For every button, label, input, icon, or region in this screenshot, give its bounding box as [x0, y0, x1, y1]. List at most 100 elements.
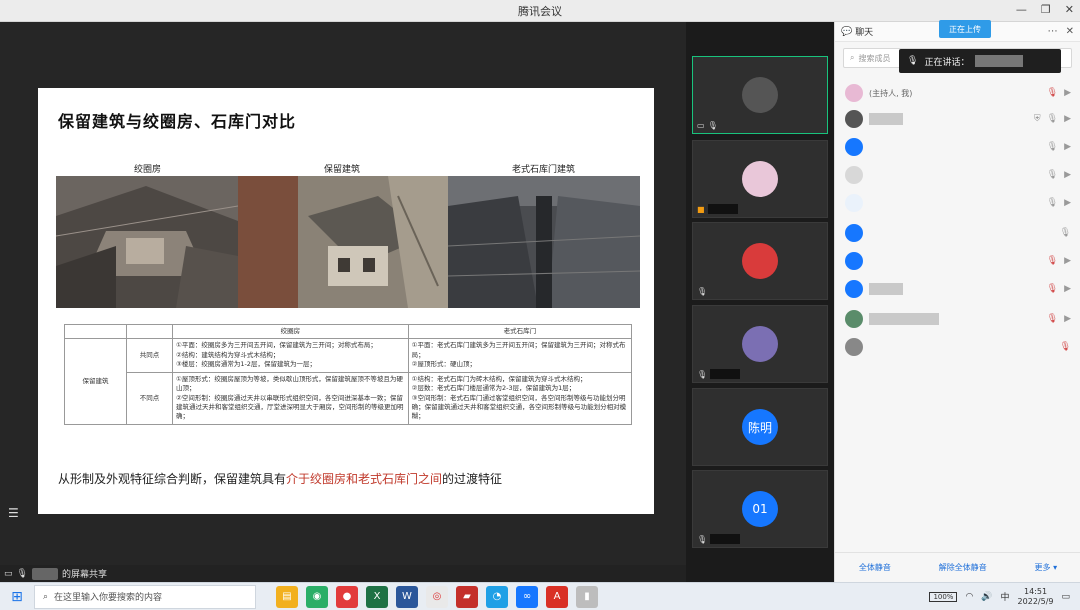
mic-icon[interactable]: 🎙: [1047, 170, 1058, 180]
windows-start-icon[interactable]: ⊞: [0, 589, 34, 605]
ime-indicator[interactable]: 中: [1001, 590, 1010, 603]
mic-muted-icon[interactable]: 🎙: [1060, 342, 1071, 352]
avatar: [845, 338, 863, 356]
mute-all-button[interactable]: 全体静音: [853, 560, 897, 575]
list-item[interactable]: (主持人, 我) 🎙 ▶: [845, 82, 1071, 104]
screen-share-icon: ▭: [697, 121, 705, 130]
members-panel: 💬 聊天 正在上传 ⋯ ✕ ⌕ 搜索成员 🎙 正在讲话： (主持人, 我) 🎙 ▶…: [834, 20, 1080, 582]
sharer-name: [31, 567, 58, 580]
battery-indicator[interactable]: 100%: [929, 591, 958, 602]
window-title: 腾讯会议: [518, 4, 562, 18]
camera-icon[interactable]: ▶: [1064, 198, 1071, 208]
video-tile[interactable]: 🎙: [692, 305, 828, 383]
excel-icon[interactable]: X: [366, 585, 388, 608]
tencent-meeting-icon[interactable]: ∞: [516, 585, 538, 608]
restore-icon[interactable]: ❐: [1041, 3, 1051, 16]
volume-icon[interactable]: 🔊: [981, 592, 992, 602]
camera-icon[interactable]: ▶: [1064, 284, 1071, 294]
table-cell: ①平面：绞圈房多为三开间五开间，保留建筑为三开间；对称式布局； ②结构：建筑结构…: [172, 338, 409, 373]
camera-icon[interactable]: ▶: [1064, 88, 1071, 98]
camera-icon[interactable]: ▶: [1064, 142, 1071, 152]
list-menu-icon[interactable]: ☰: [8, 506, 19, 520]
upload-button[interactable]: 正在上传: [939, 20, 991, 38]
comparison-table: 绞圈房 老式石库门 保留建筑 共同点 ①平面：绞圈房多为三开间五开间，保留建筑为…: [64, 323, 633, 425]
avatar: [845, 310, 863, 328]
meeting-window: 腾讯会议 — ❐ ✕ 保留建筑与绞圈房、石库门对比 绞圈房 保留建筑 老式石库门…: [0, 0, 1080, 610]
list-item[interactable]: 🎙 ▶: [845, 136, 1071, 158]
mic-icon[interactable]: 🎙: [1047, 142, 1058, 152]
mic-icon: 🎙: [707, 121, 718, 130]
app-blue-icon[interactable]: ◔: [486, 585, 508, 608]
mic-icon: 🎙: [697, 369, 708, 379]
mic-icon: 🎙: [16, 568, 28, 579]
avatar: [742, 243, 778, 279]
avatar: [845, 194, 863, 212]
video-tile[interactable]: ■: [692, 140, 828, 218]
taskbar-search-input[interactable]: ⌕ 在这里输入你要搜索的内容: [34, 584, 256, 609]
list-item[interactable]: 🎙 ▶: [845, 250, 1071, 272]
caption-retained: 保留建筑: [324, 165, 361, 175]
list-item[interactable]: 🎙: [845, 222, 1071, 244]
mic-muted-icon[interactable]: 🎙: [1047, 314, 1058, 324]
clock[interactable]: 14:51 2022/5/9: [1018, 587, 1054, 605]
list-item[interactable]: 🎙 ▶: [845, 164, 1071, 186]
table-row: 保留建筑 共同点 ①平面：绞圈房多为三开间五开间，保留建筑为三开间；对称式布局；…: [64, 338, 633, 425]
window-controls: — ❐ ✕: [1016, 3, 1074, 16]
clock-time: 14:51: [1023, 587, 1048, 597]
more-icon[interactable]: ⋯: [1048, 26, 1058, 37]
mic-icon[interactable]: 🎙: [1047, 198, 1058, 208]
notification-icon[interactable]: ▭: [1061, 592, 1070, 602]
title-bar: 腾讯会议 — ❐ ✕: [0, 0, 1080, 22]
photo-jiaoquanfang: [56, 176, 238, 308]
list-item[interactable]: 🎙 ▶: [845, 308, 1071, 330]
camera-icon[interactable]: ▶: [1064, 314, 1071, 324]
mic-muted-icon[interactable]: 🎙: [1047, 88, 1058, 98]
mic-muted-icon[interactable]: 🎙: [1047, 256, 1058, 266]
close-icon[interactable]: ✕: [1066, 26, 1074, 37]
network-icon[interactable]: ◠: [965, 592, 973, 602]
mic-icon[interactable]: 🎙: [1047, 114, 1058, 124]
tab-chat[interactable]: 聊天: [855, 25, 873, 38]
unmute-all-button[interactable]: 解除全体静音: [933, 560, 993, 575]
avatar: [845, 166, 863, 184]
taskbar: ⊞ ⌕ 在这里输入你要搜索的内容 ▤ ◉ ● X W ◎ ▰ ◔ ∞ A ▮ 1…: [0, 582, 1080, 610]
list-item[interactable]: 🎙: [845, 336, 1071, 358]
panel-footer: 全体静音 解除全体静音 更多 ▾: [835, 552, 1080, 582]
video-tile[interactable]: 陈明: [692, 388, 828, 466]
table-cell: ①屋顶形式：绞圈房屋顶为等坡，类似歇山顶形式，保留建筑屋顶不等坡且为硬山顶； ②…: [172, 371, 409, 425]
shared-screen: 保留建筑与绞圈房、石库门对比 绞圈房 保留建筑 老式石库门建筑 绞圈房 老式石库…: [0, 22, 686, 582]
camera-icon[interactable]: ▶: [1064, 256, 1071, 266]
file-explorer-icon[interactable]: ▤: [276, 585, 298, 608]
avatar: [845, 280, 863, 298]
clock-date: 2022/5/9: [1017, 596, 1054, 606]
minimize-icon[interactable]: —: [1016, 3, 1027, 16]
table-cell: ①平面：老式石库门建筑多为三开间五开间；保留建筑为三开间；对称式布局； ②屋顶形…: [407, 338, 633, 373]
photo-shikumen: [448, 176, 640, 308]
speaker-icon: 🎙: [907, 56, 919, 66]
app-gray-icon[interactable]: ▮: [576, 585, 598, 608]
pdf-icon[interactable]: ▰: [456, 585, 478, 608]
list-item[interactable]: 🎙 ▶: [845, 192, 1071, 214]
speaking-indicator: 🎙 正在讲话：: [899, 49, 1061, 73]
table-header: 老式石库门: [407, 323, 633, 340]
list-item[interactable]: 🎙 ▶: [845, 278, 1071, 300]
mic-icon: 🎙: [697, 287, 708, 296]
video-tile[interactable]: 01 🎙: [692, 470, 828, 548]
avatar: [742, 326, 778, 362]
mic-icon: 🎙: [697, 534, 708, 544]
list-item[interactable]: ⛨ 🎙 ▶: [845, 108, 1071, 130]
acrobat-icon[interactable]: A: [546, 585, 568, 608]
chrome-icon[interactable]: ◎: [426, 585, 448, 608]
mic-muted-icon[interactable]: 🎙: [1047, 284, 1058, 294]
video-tile[interactable]: ▭ 🎙: [692, 56, 828, 134]
video-tile[interactable]: 🎙: [692, 222, 828, 300]
more-button[interactable]: 更多 ▾: [1029, 560, 1064, 575]
avatar: [845, 84, 863, 102]
wechat-icon[interactable]: ◉: [306, 585, 328, 608]
camera-icon[interactable]: ▶: [1064, 170, 1071, 180]
close-icon[interactable]: ✕: [1065, 3, 1074, 16]
mic-icon[interactable]: 🎙: [1060, 228, 1071, 238]
camera-icon[interactable]: ▶: [1064, 114, 1071, 124]
app-red-icon[interactable]: ●: [336, 585, 358, 608]
word-icon[interactable]: W: [396, 585, 418, 608]
